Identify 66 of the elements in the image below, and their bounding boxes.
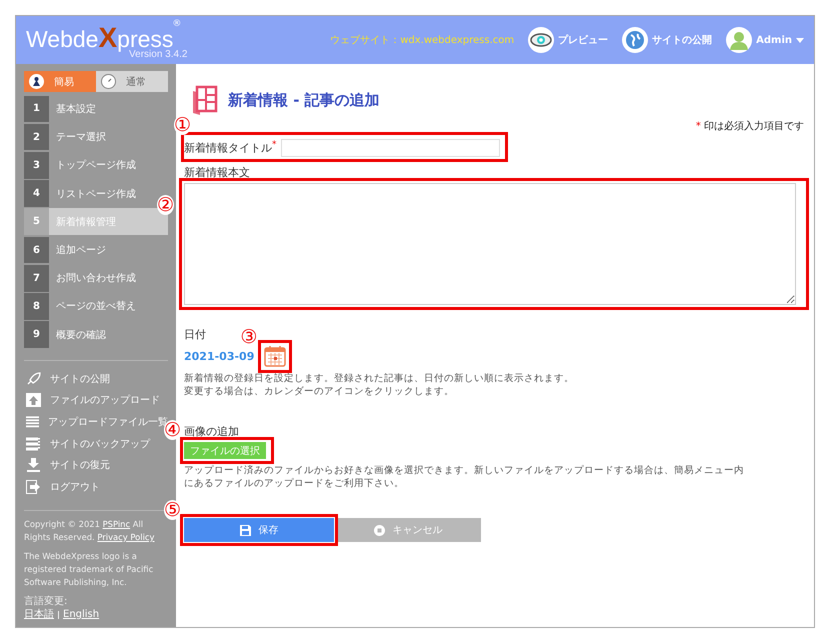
help-text: 新着情報の登録日を設定します。登録された記事は、日付の新しい順に表示されます。 [184, 372, 575, 385]
help-text: 変更する場合は、カレンダーのアイコンをクリックします。 [184, 385, 455, 398]
step-item[interactable]: 9 概要の確認 [24, 321, 168, 348]
logo-text: Webde [26, 26, 98, 52]
calendar-icon[interactable] [264, 345, 286, 367]
step-item[interactable]: 1 基本設定 [24, 96, 168, 122]
step-number: 7 [24, 264, 49, 292]
step-number: 1 [24, 96, 49, 122]
help-text: アップロード済みのファイルからお好きな画像を選択できます。新しいファイルをアップロードする場合は、簡易メニュー内にあるファイルのアップロードをご利用下さい。 [184, 464, 744, 490]
globe-icon [625, 30, 646, 50]
sidebar-link[interactable]: ログアウト [24, 476, 168, 498]
step-number: 6 [24, 236, 49, 264]
copyright-text: Copyright © 2021 PSPinc All Rights Reserved. Privacy Policy [24, 518, 156, 544]
cancel-button[interactable]: キャンセル [335, 518, 481, 542]
highlight-frame [258, 340, 292, 373]
step-number: 2 [24, 124, 49, 150]
caret-icon [796, 38, 804, 42]
server-icon [26, 436, 41, 451]
step-number: 9 [24, 321, 49, 348]
trademark-text: The WebdeXpress logo is a registered trademark of Pacific Software Publishing, Inc. [24, 550, 154, 589]
upload-icon [26, 393, 41, 408]
language-link[interactable]: English [63, 608, 100, 621]
privacy-policy-link[interactable]: Privacy Policy [97, 532, 154, 542]
step-number: 4 [24, 180, 49, 207]
preview-button[interactable]: プレビュー [528, 27, 608, 53]
step-number: 5 [24, 208, 49, 236]
news-page-icon [190, 85, 218, 115]
callout-number: ① [174, 115, 192, 135]
eye-icon [530, 33, 552, 47]
person-icon [29, 74, 44, 89]
step-item[interactable]: 7 お問い合わせ作成 [24, 264, 168, 292]
step-number: 8 [24, 293, 49, 320]
save-button[interactable]: 保存 [184, 518, 334, 542]
language-label: 言語変更: [24, 595, 68, 608]
publish-button[interactable]: サイトの公開 [622, 27, 712, 53]
field-label: 新着情報本文 [184, 165, 250, 180]
company-link[interactable]: PSPinc [102, 519, 130, 529]
title-input[interactable] [280, 138, 500, 156]
mode-tab[interactable]: 通常 [96, 71, 168, 92]
user-menu[interactable]: Admin [726, 27, 804, 53]
sidebar-link[interactable]: サイトの復元 [24, 454, 168, 476]
required-note: * 印は必須入力項目です [694, 120, 804, 133]
field-label: 画像の追加 [184, 424, 239, 439]
registered-mark: ® [172, 18, 182, 28]
download-icon [26, 458, 41, 472]
field-label: 新着情報タイトル$^{*}$ [184, 140, 276, 156]
sidebar-link[interactable]: サイトの公開 [24, 368, 168, 390]
logout-icon [26, 480, 41, 494]
list-icon [26, 415, 39, 430]
step-item[interactable]: 2 テーマ選択 [24, 124, 168, 150]
step-item[interactable]: 3 トップページ作成 [24, 152, 168, 179]
page-title: 新着情報 - 記事の追加 [228, 90, 380, 110]
close-icon [374, 524, 384, 536]
step-number: 3 [24, 152, 49, 179]
website-address: ウェブサイト：wdx.webdexpress.com [330, 34, 514, 47]
date-value: 2021-03-09 [184, 350, 254, 362]
step-item[interactable]: 6 追加ページ [24, 236, 168, 264]
sidebar-link[interactable]: ファイルのアップロード [24, 390, 168, 412]
user-icon [729, 30, 750, 50]
file-select-button[interactable]: ファイルの選択 [184, 442, 266, 459]
step-item[interactable]: 8 ページの並べ替え [24, 293, 168, 320]
gauge-icon [101, 74, 116, 89]
mode-tab[interactable]: 簡易 [24, 71, 96, 92]
field-label: 日付 [184, 327, 206, 342]
logo-mark: X [98, 24, 118, 52]
language-link[interactable]: 日本語 [24, 608, 54, 621]
